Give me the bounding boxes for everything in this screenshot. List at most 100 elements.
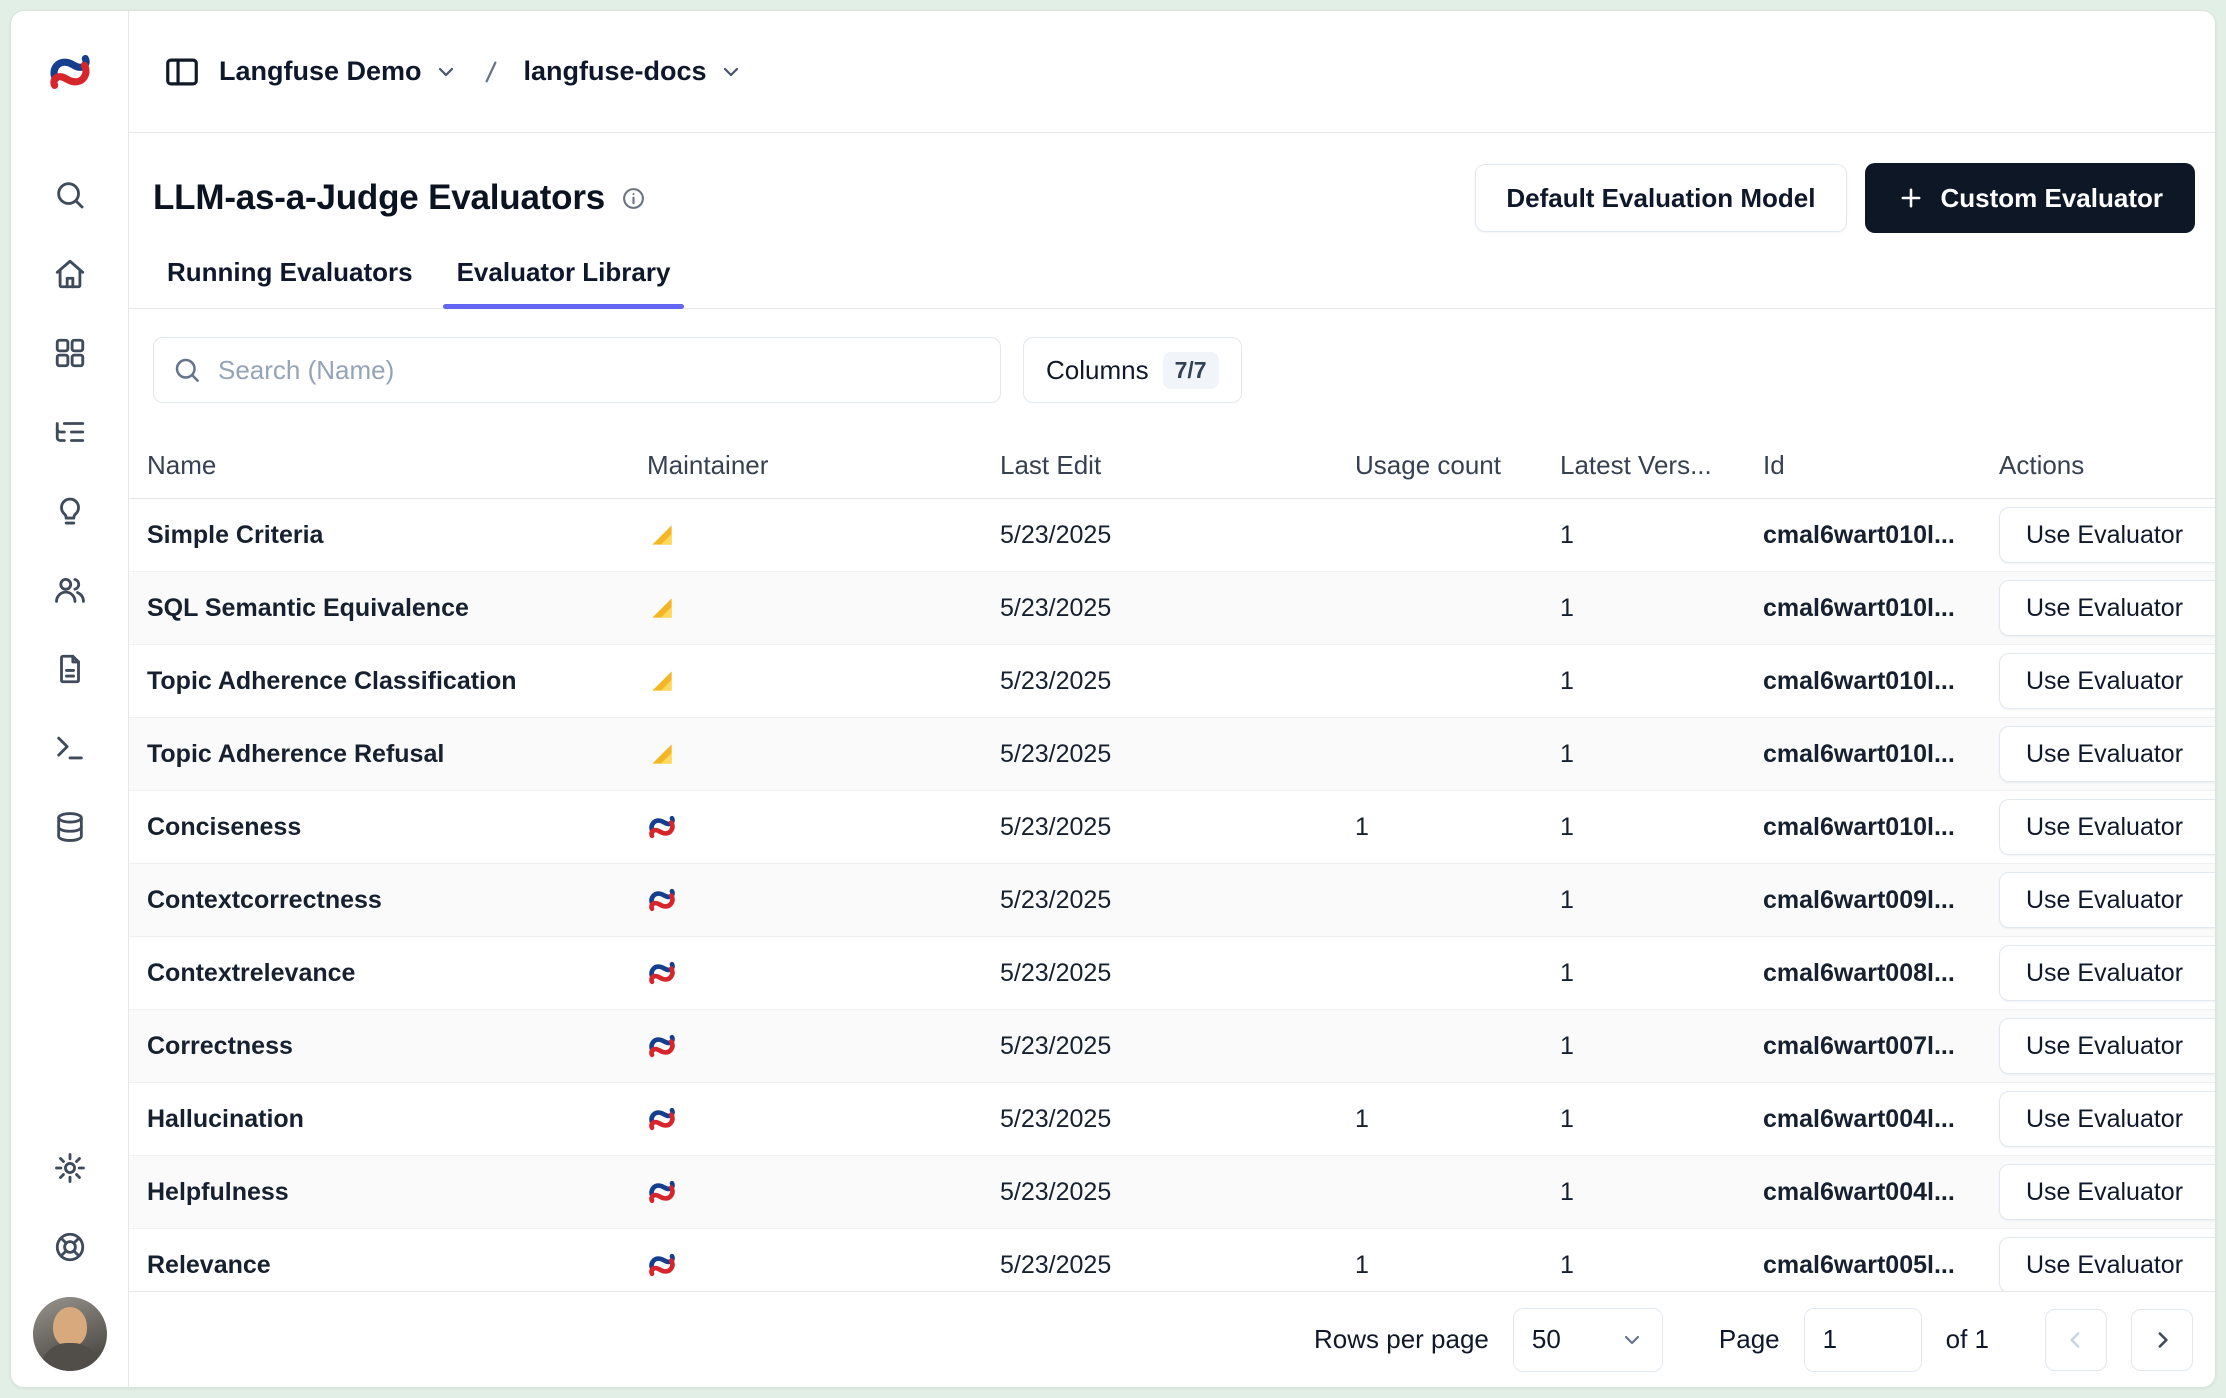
tracing-icon[interactable] [38,400,102,464]
langfuse-maintainer-icon [629,885,982,915]
settings-icon[interactable] [38,1136,102,1200]
table-row[interactable]: Conciseness 5/23/2025 1 1 cmal6wart010l.… [129,791,2215,864]
evaluator-name: Helpfulness [129,1178,629,1207]
table-row[interactable]: Relevance 5/23/2025 1 1 cmal6wart005l...… [129,1229,2215,1291]
playground-icon[interactable] [38,716,102,780]
latest-version-value: 1 [1542,1105,1745,1134]
langfuse-maintainer-icon [629,1177,982,1207]
sidebar-toggle-icon[interactable] [163,53,201,91]
prompts-icon[interactable] [38,637,102,701]
table-row[interactable]: Helpfulness 5/23/2025 1 cmal6wart004l...… [129,1156,2215,1229]
use-evaluator-button[interactable]: Use Evaluator [1999,1164,2215,1220]
table-row[interactable]: Correctness 5/23/2025 1 cmal6wart007l...… [129,1010,2215,1083]
actions-cell: Use Evaluator [1981,1091,2215,1147]
breadcrumb-separator [476,57,506,87]
latest-version-value: 1 [1542,740,1745,769]
column-header-id: Id [1745,450,1981,481]
use-evaluator-button[interactable]: Use Evaluator [1999,1018,2215,1074]
users-icon[interactable] [38,558,102,622]
datasets-icon[interactable] [38,795,102,859]
page-number-input[interactable] [1804,1308,1922,1372]
langfuse-maintainer-icon [629,1104,982,1134]
langfuse-logo[interactable] [11,11,128,133]
columns-button[interactable]: Columns 7/7 [1023,337,1242,403]
evaluator-id: cmal6wart007l... [1745,1032,1981,1061]
use-evaluator-button[interactable]: Use Evaluator [1999,1091,2215,1147]
actions-cell: Use Evaluator [1981,507,2215,563]
breadcrumb-org[interactable]: Langfuse Demo [219,56,458,87]
latest-version-value: 1 [1542,521,1745,550]
table-row[interactable]: SQL Semantic Equivalence 5/23/2025 1 cma… [129,572,2215,645]
use-evaluator-button[interactable]: Use Evaluator [1999,580,2215,636]
tab-running-evaluators[interactable]: Running Evaluators [153,257,427,308]
info-icon[interactable] [621,186,646,211]
evaluator-id: cmal6wart010l... [1745,740,1981,769]
breadcrumb-project[interactable]: langfuse-docs [524,56,743,87]
usage-count-value: 1 [1337,1251,1542,1280]
evaluator-id: cmal6wart010l... [1745,521,1981,550]
support-icon[interactable] [38,1215,102,1279]
use-evaluator-button[interactable]: Use Evaluator [1999,872,2215,928]
usage-count-value: 1 [1337,813,1542,842]
breadcrumb-project-label: langfuse-docs [524,56,707,87]
chevron-down-icon [1620,1328,1644,1352]
langfuse-maintainer-icon [629,1031,982,1061]
evaluation-icon[interactable] [38,479,102,543]
last-edit-date: 5/23/2025 [982,667,1337,696]
use-evaluator-button[interactable]: Use Evaluator [1999,726,2215,782]
chevron-left-icon [2063,1327,2089,1353]
table-row[interactable]: Contextrelevance 5/23/2025 1 cmal6wart00… [129,937,2215,1010]
dashboards-icon[interactable] [38,321,102,385]
latest-version-value: 1 [1542,959,1745,988]
custom-evaluator-button[interactable]: Custom Evaluator [1865,163,2196,233]
langfuse-maintainer-icon [629,1250,982,1280]
next-page-button[interactable] [2131,1309,2193,1371]
actions-cell: Use Evaluator [1981,580,2215,636]
home-icon[interactable] [38,242,102,306]
actions-cell: Use Evaluator [1981,945,2215,1001]
latest-version-value: 1 [1542,1178,1745,1207]
evaluator-id: cmal6wart010l... [1745,667,1981,696]
use-evaluator-button[interactable]: Use Evaluator [1999,653,2215,709]
last-edit-date: 5/23/2025 [982,959,1337,988]
evaluator-name: Contextcorrectness [129,886,629,915]
table-row[interactable]: Hallucination 5/23/2025 1 1 cmal6wart004… [129,1083,2215,1156]
usage-count-value: 1 [1337,1105,1542,1134]
table-row[interactable]: Contextcorrectness 5/23/2025 1 cmal6wart… [129,864,2215,937]
rows-per-page-select[interactable]: 50 [1513,1308,1663,1372]
previous-page-button[interactable] [2045,1309,2107,1371]
use-evaluator-button[interactable]: Use Evaluator [1999,1237,2215,1291]
last-edit-date: 5/23/2025 [982,886,1337,915]
evaluator-id: cmal6wart005l... [1745,1251,1981,1280]
app-frame: Langfuse Demo langfuse-docs LLM-as-a-Jud… [10,10,2216,1388]
latest-version-value: 1 [1542,886,1745,915]
evaluators-table: Name Maintainer Last Edit Usage count La… [129,433,2215,1291]
search-input[interactable] [218,355,982,386]
latest-version-value: 1 [1542,813,1745,842]
column-header-latest-version: Latest Vers... [1542,450,1745,481]
page-content: LLM-as-a-Judge Evaluators Default Evalua… [129,133,2215,1387]
evaluator-name: Hallucination [129,1105,629,1134]
search-icon[interactable] [38,163,102,227]
tab-evaluator-library[interactable]: Evaluator Library [443,257,685,308]
tab-bar: Running Evaluators Evaluator Library [129,233,2215,309]
column-header-last-edit: Last Edit [982,450,1337,481]
use-evaluator-button[interactable]: Use Evaluator [1999,799,2215,855]
last-edit-date: 5/23/2025 [982,594,1337,623]
page-title: LLM-as-a-Judge Evaluators [153,178,605,218]
main-area: Langfuse Demo langfuse-docs LLM-as-a-Jud… [129,11,2215,1387]
pagination-bar: Rows per page 50 Page of 1 [129,1291,2215,1387]
columns-label: Columns [1046,355,1149,386]
table-row[interactable]: Topic Adherence Refusal 5/23/2025 1 cmal… [129,718,2215,791]
table-row[interactable]: Simple Criteria 5/23/2025 1 cmal6wart010… [129,499,2215,572]
use-evaluator-button[interactable]: Use Evaluator [1999,507,2215,563]
latest-version-value: 1 [1542,667,1745,696]
rows-per-page-label: Rows per page [1314,1324,1489,1355]
column-header-maintainer: Maintainer [629,450,982,481]
use-evaluator-button[interactable]: Use Evaluator [1999,945,2215,1001]
langfuse-logo-icon [47,49,93,95]
table-row[interactable]: Topic Adherence Classification 5/23/2025… [129,645,2215,718]
default-evaluation-model-button[interactable]: Default Evaluation Model [1475,164,1846,232]
user-avatar[interactable] [33,1297,107,1371]
latest-version-value: 1 [1542,1032,1745,1061]
